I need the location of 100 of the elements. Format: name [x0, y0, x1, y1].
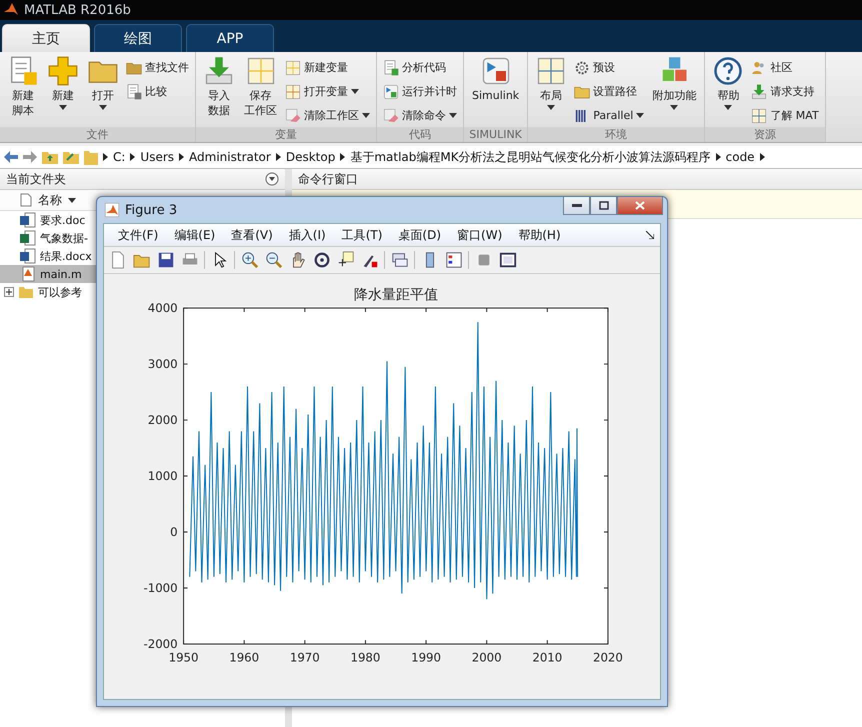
- ribbon-button[interactable]: 设置路径: [574, 81, 644, 102]
- toolbar-button[interactable]: [498, 250, 517, 270]
- chevron-icon: [340, 153, 346, 161]
- y-tick-label: 0: [170, 524, 178, 539]
- eraser-icon: [285, 108, 301, 124]
- ribbon-button[interactable]: 运行并计时: [383, 81, 457, 102]
- file-row[interactable]: 气象数据-: [0, 229, 96, 247]
- logo-icon: [4, 3, 18, 17]
- ribbon-button[interactable]: 比较: [126, 81, 189, 102]
- ribbon-button[interactable]: 社区: [751, 57, 819, 78]
- ribbon-button[interactable]: 新建: [46, 56, 80, 127]
- ribbon-button[interactable]: 清除命令: [383, 105, 457, 126]
- y-tick-label: 3000: [148, 357, 178, 371]
- column-header[interactable]: 名称: [38, 192, 62, 208]
- button-label: 打开: [92, 88, 114, 103]
- toolbar-button[interactable]: [240, 250, 259, 270]
- file-name: 结果.docx: [40, 248, 92, 264]
- ribbon-button[interactable]: 布局: [534, 56, 568, 127]
- menu-item[interactable]: 插入(I): [280, 226, 334, 244]
- y-tick-label: 2000: [148, 413, 178, 427]
- path-segment[interactable]: Administrator: [189, 150, 271, 164]
- ribbon-button[interactable]: 附加功能: [650, 56, 698, 127]
- menu-item[interactable]: 窗口(W): [449, 226, 510, 244]
- chevron-icon: [276, 153, 281, 161]
- ribbon-button[interactable]: 清除工作区: [285, 105, 370, 126]
- legend-icon: [444, 251, 462, 269]
- section-label: 资源: [705, 127, 825, 142]
- ribbon-tab[interactable]: APP: [186, 24, 274, 52]
- ribbon-button[interactable]: Simulink: [470, 56, 522, 127]
- folder-icon: [84, 149, 98, 165]
- ribbon-button[interactable]: 查找文件: [126, 57, 189, 78]
- ribbon-tab[interactable]: 主页: [2, 24, 90, 52]
- ribbon-button[interactable]: 新建 脚本: [6, 56, 40, 127]
- x-tick-label: 2000: [472, 650, 502, 665]
- menu-item[interactable]: 文件(F): [110, 226, 166, 244]
- path-segment[interactable]: C:: [113, 150, 126, 164]
- file-row[interactable]: main.m: [0, 265, 96, 283]
- script-file-icon: [20, 266, 36, 282]
- panel-menu-icon[interactable]: [265, 172, 279, 186]
- file-name: 气象数据-: [40, 230, 88, 246]
- browse-folder-icon[interactable]: [63, 150, 79, 164]
- gear-icon: [574, 60, 590, 76]
- chevron-icon: [716, 153, 721, 161]
- button-label: Simulink: [472, 88, 520, 103]
- ribbon-button[interactable]: Parallel: [574, 105, 644, 126]
- ribbon-button[interactable]: 新建变量: [285, 57, 370, 78]
- section-label: 代码: [377, 127, 463, 142]
- help-icon: [713, 56, 744, 86]
- ribbon-button[interactable]: 帮助: [711, 56, 746, 127]
- x-tick-label: 1960: [229, 650, 260, 665]
- file-row[interactable]: 要求.doc: [0, 211, 96, 229]
- x-tick-label: 1950: [168, 650, 199, 665]
- back-arrow-icon[interactable]: [4, 151, 18, 163]
- file-name: main.m: [40, 268, 82, 280]
- path-segment[interactable]: code: [726, 150, 755, 164]
- ribbon-button[interactable]: 保存 工作区: [242, 56, 279, 127]
- menu-item[interactable]: 帮助(H): [510, 226, 569, 244]
- new-script-icon: [8, 56, 38, 86]
- file-name: 可以参考: [38, 284, 82, 300]
- menu-item[interactable]: 工具(T): [334, 226, 390, 244]
- path-segment[interactable]: Users: [140, 150, 174, 164]
- ribbon-tab[interactable]: 绘图: [94, 24, 182, 52]
- rotate-icon: [312, 251, 330, 269]
- expand-icon[interactable]: [4, 287, 14, 297]
- menu-item[interactable]: 查看(V): [223, 226, 281, 244]
- minimize-button[interactable]: [563, 197, 590, 215]
- toolbar-button[interactable]: [156, 250, 175, 270]
- window-title: MATLAB R2016b: [24, 2, 131, 18]
- menu-item[interactable]: 编辑(E): [166, 226, 224, 244]
- ribbon-button[interactable]: 打开变量: [285, 81, 370, 102]
- zoom-out-icon: [264, 251, 282, 269]
- close-button[interactable]: [617, 197, 663, 215]
- path-segment[interactable]: 基于matlab编程MK分析法之昆明站气候变化分析小波算法源码程序: [350, 148, 711, 166]
- logo-icon: [105, 203, 119, 217]
- forward-arrow-icon[interactable]: [23, 151, 37, 163]
- file-row[interactable]: 结果.docx: [0, 247, 96, 265]
- maximize-button[interactable]: [590, 197, 617, 215]
- panel-title: 命令行窗口: [298, 170, 358, 188]
- file-row[interactable]: 可以参考: [0, 283, 96, 301]
- dock-arrow-icon[interactable]: [646, 231, 654, 239]
- menu-item[interactable]: 桌面(D): [390, 226, 450, 244]
- chevron-icon: [103, 153, 108, 161]
- ribbon-button[interactable]: 了解 MAT: [751, 105, 819, 126]
- spreadsheet-icon: [20, 230, 36, 246]
- y-tick-label: -1000: [143, 580, 178, 595]
- layout-icon: [536, 56, 566, 86]
- toolbar-button[interactable]: [312, 250, 331, 270]
- path-segment[interactable]: Desktop: [286, 150, 336, 164]
- toolbar-button[interactable]: [444, 250, 463, 270]
- button-label: 附加功能: [652, 88, 696, 103]
- y-tick-label: 1000: [148, 468, 178, 483]
- folder-up-icon[interactable]: [42, 150, 58, 164]
- ribbon-button[interactable]: 分析代码: [383, 57, 457, 78]
- ribbon-button[interactable]: 打开: [86, 56, 120, 127]
- ribbon-button[interactable]: 预设: [574, 57, 644, 78]
- toolbar-button[interactable]: [264, 250, 283, 270]
- toolbar-button[interactable]: [336, 250, 355, 270]
- chevron-icon: [179, 153, 184, 161]
- ribbon-button[interactable]: 请求支持: [751, 81, 819, 102]
- ribbon-button[interactable]: 导入 数据: [202, 56, 236, 127]
